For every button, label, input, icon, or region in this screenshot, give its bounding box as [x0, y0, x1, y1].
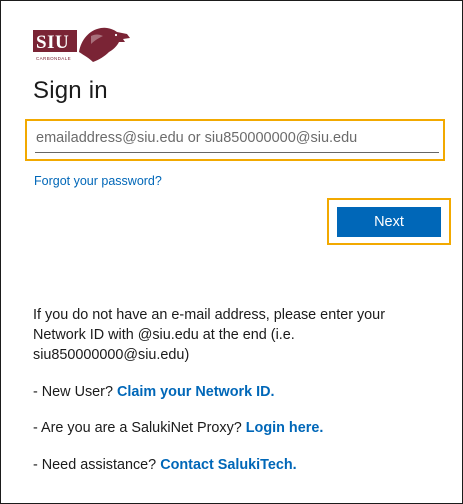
- proxy-line: - Are you are a SalukiNet Proxy? Login h…: [33, 420, 323, 436]
- assist-text: - Need assistance?: [33, 457, 161, 473]
- email-field-highlight: [25, 119, 445, 161]
- svg-text:SIU: SIU: [36, 32, 69, 53]
- svg-text:CARBONDALE: CARBONDALE: [36, 56, 71, 61]
- contact-salukitech-link[interactable]: Contact SalukiTech.: [160, 457, 296, 473]
- email-input[interactable]: [35, 126, 439, 153]
- next-button-highlight: Next: [327, 198, 451, 245]
- next-button[interactable]: Next: [337, 207, 441, 237]
- forgot-password-link[interactable]: Forgot your password?: [34, 174, 162, 188]
- network-id-info: If you do not have an e-mail address, pl…: [33, 307, 385, 363]
- sign-in-panel: SIU CARBONDALE Sign in Forgot your passw…: [0, 0, 463, 504]
- new-user-line: - New User? Claim your Network ID.: [33, 384, 275, 400]
- siu-logo: SIU CARBONDALE: [33, 27, 130, 63]
- assist-line: - Need assistance? Contact SalukiTech.: [33, 457, 297, 473]
- proxy-text: - Are you are a SalukiNet Proxy?: [33, 420, 246, 436]
- page-title: Sign in: [33, 77, 108, 104]
- proxy-login-link[interactable]: Login here.: [246, 420, 324, 436]
- new-user-text: - New User?: [33, 384, 117, 400]
- claim-network-id-link[interactable]: Claim your Network ID.: [117, 384, 275, 400]
